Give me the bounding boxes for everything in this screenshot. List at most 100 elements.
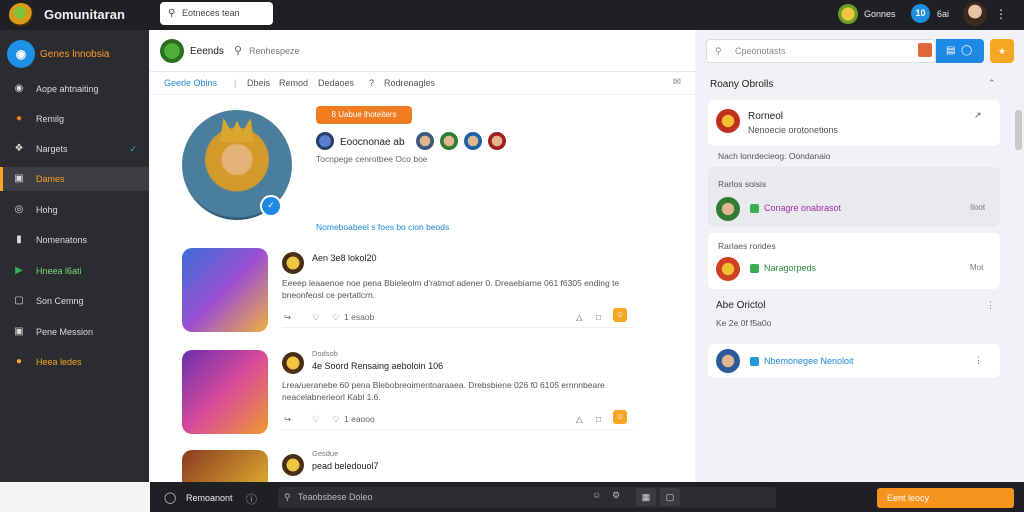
group-status-icon	[750, 204, 759, 213]
sidebar-item[interactable]: ◉ Aope ahtnaiting	[0, 77, 149, 101]
section-status-icon	[750, 357, 759, 366]
post-thumbnail[interactable]	[182, 350, 268, 434]
cta-button[interactable]: Eent leocy	[877, 488, 1014, 508]
share-icon[interactable]: ↪	[284, 312, 291, 323]
comment-icon[interactable]: □	[596, 414, 601, 424]
featured-card[interactable]: Rorneol Nenoecie orotonetions ↗	[708, 100, 1000, 146]
chat-bubble-icon[interactable]: ◯	[164, 491, 176, 504]
add-button[interactable]: ★	[990, 39, 1014, 63]
notification-badge[interactable]: 10	[911, 4, 930, 23]
heart-icon[interactable]: ♡	[332, 414, 340, 425]
games-icon[interactable]	[838, 4, 858, 24]
sidebar-item[interactable]: ● Remilg	[0, 107, 149, 131]
app-title: Gomunitaran	[44, 7, 125, 22]
group-title: Eeends	[190, 46, 224, 57]
friend-avatar[interactable]	[464, 132, 482, 150]
sidebar-item[interactable]: ● Heea ledes	[0, 350, 149, 374]
thumbs-up-icon[interactable]: △	[576, 414, 583, 425]
share-icon[interactable]: ↪	[284, 414, 291, 425]
post-thumbnail[interactable]	[182, 248, 268, 332]
section-entry[interactable]: Nbemonegee Nenoloit	[764, 356, 854, 366]
sidebar-item[interactable]: ▮ Nomenatons	[0, 228, 149, 252]
heart-icon[interactable]: ♡	[332, 312, 340, 323]
more-menu-icon[interactable]: ⋮	[995, 7, 1007, 21]
section-card[interactable]: Nbemonegee Nenoloit ⋮	[708, 344, 1000, 378]
bottom-bar-label[interactable]: Remoanont	[186, 493, 233, 503]
post-title[interactable]: 4e Soord Rensaing aeboloin 106	[312, 361, 443, 371]
games-label[interactable]: Gonnes	[864, 9, 896, 19]
sidebar-item-icon: ▮	[16, 234, 22, 245]
tab-dedaoes[interactable]: Dedaoes	[318, 78, 354, 88]
post-author-avatar[interactable]	[282, 454, 304, 476]
group-avatar[interactable]	[160, 39, 184, 63]
search-icon: ⚲	[168, 8, 176, 19]
sidebar-item[interactable]: ▣ Pene Mession	[0, 320, 149, 344]
sidebar-item-icon: ❖	[14, 143, 24, 154]
post-meta: Gesdue	[312, 449, 339, 458]
section-avatar[interactable]	[716, 349, 740, 373]
save-button[interactable]: ▤ ◯	[936, 39, 984, 63]
group-card[interactable]: Rarlaes rorides Naragorpeds Mot	[708, 233, 1000, 289]
tab-rodrenagles[interactable]: Rodrenagles	[384, 78, 435, 88]
members-link[interactable]: Nomeboabeel s foes bo cion beods	[316, 222, 449, 232]
sidebar-item[interactable]: ▢ Son Cemng	[0, 289, 149, 313]
group-entry[interactable]: Conagre onabrasot	[764, 203, 841, 213]
sidebar-item[interactable]: ◎ Hohg	[0, 198, 149, 222]
like-icon[interactable]: ♡	[312, 312, 320, 323]
sidebar-item-icon: ●	[15, 113, 23, 124]
edit-icon[interactable]: ↗	[974, 110, 982, 121]
friend-avatar[interactable]	[416, 132, 434, 150]
group-avatar[interactable]	[716, 197, 740, 221]
emoji-icon[interactable]: ☺	[592, 490, 601, 500]
member-name[interactable]: Eoocnonae ab	[340, 137, 405, 148]
post-body: Eeeep leaaenoe noe pena Bbieleolm d'ratm…	[282, 278, 620, 300]
sidebar-item[interactable]: ❖ Nargets ✓	[0, 137, 149, 161]
subheader-search-text[interactable]: Renhespeze	[249, 46, 300, 56]
app-logo-icon[interactable]	[9, 3, 33, 27]
top-search-input[interactable]: ⚲ Eotneces tean	[160, 2, 273, 25]
featured-title: Rorneol	[748, 111, 784, 122]
reaction-icon[interactable]: ☺	[613, 410, 627, 424]
help-icon[interactable]: ⓘ	[246, 491, 257, 507]
follow-button[interactable]: 8 Uabue lhoteiters	[316, 106, 412, 124]
right-search-input[interactable]: ⚲ Cpeonotasts	[706, 39, 936, 63]
settings-icon[interactable]: ⚙	[612, 490, 620, 501]
like-count: 1 eaooo	[344, 414, 375, 424]
post-author-avatar[interactable]	[282, 352, 304, 374]
tab-help[interactable]: ?	[369, 78, 374, 88]
post-thumbnail[interactable]	[182, 450, 268, 482]
post-title[interactable]: Aen 3e8 lokol20	[312, 253, 377, 263]
friend-avatar[interactable]	[440, 132, 458, 150]
thumbs-up-icon[interactable]: △	[576, 312, 583, 323]
scrollbar[interactable]	[1015, 110, 1022, 150]
brand-icon[interactable]: ◉	[7, 40, 35, 68]
group-entry[interactable]: Naragorpeds	[764, 263, 816, 273]
member-avatar[interactable]	[316, 132, 334, 150]
featured-avatar[interactable]	[716, 109, 740, 133]
folder-icon[interactable]: ▢	[660, 488, 680, 506]
more-icon[interactable]: ⋮	[974, 355, 983, 366]
friend-avatar[interactable]	[488, 132, 506, 150]
grid-icon[interactable]: ▦	[636, 488, 656, 506]
post-title[interactable]: pead beledouol7	[312, 461, 379, 471]
tab-overview[interactable]: Geerle Obins	[164, 78, 217, 88]
search-icon[interactable]: ⚲	[234, 44, 242, 57]
comment-icon[interactable]: □	[596, 312, 601, 322]
group-card[interactable]: Rarlos soisis Conagre onabrasot Iloot	[708, 167, 1000, 227]
collapse-icon[interactable]: ⌃	[988, 78, 996, 89]
user-chip-icon[interactable]	[918, 43, 932, 57]
more-icon[interactable]: ⋮	[986, 300, 995, 311]
reaction-icon[interactable]: ☺	[613, 308, 627, 322]
sidebar-item[interactable]: ▶ Hneea l6ati	[0, 259, 149, 283]
chat-icon[interactable]: ✉	[673, 77, 681, 88]
tab-dbeis[interactable]: Dbeis	[247, 78, 270, 88]
user-avatar[interactable]	[963, 2, 987, 26]
tab-remod[interactable]: Remod	[279, 78, 308, 88]
group-avatar[interactable]	[716, 257, 740, 281]
sidebar-item[interactable]: ▣ Dames	[0, 167, 149, 191]
post-author-avatar[interactable]	[282, 252, 304, 274]
message-input[interactable]: ⚲ Teaobsbese Doleo	[278, 487, 776, 508]
like-icon[interactable]: ♡	[312, 414, 320, 425]
sidebar-brand-label[interactable]: Genes lnnobsia	[40, 49, 110, 60]
tab-bar: Geerle Obins | Dbeis Remod Dedaoes ? Rod…	[150, 73, 695, 95]
